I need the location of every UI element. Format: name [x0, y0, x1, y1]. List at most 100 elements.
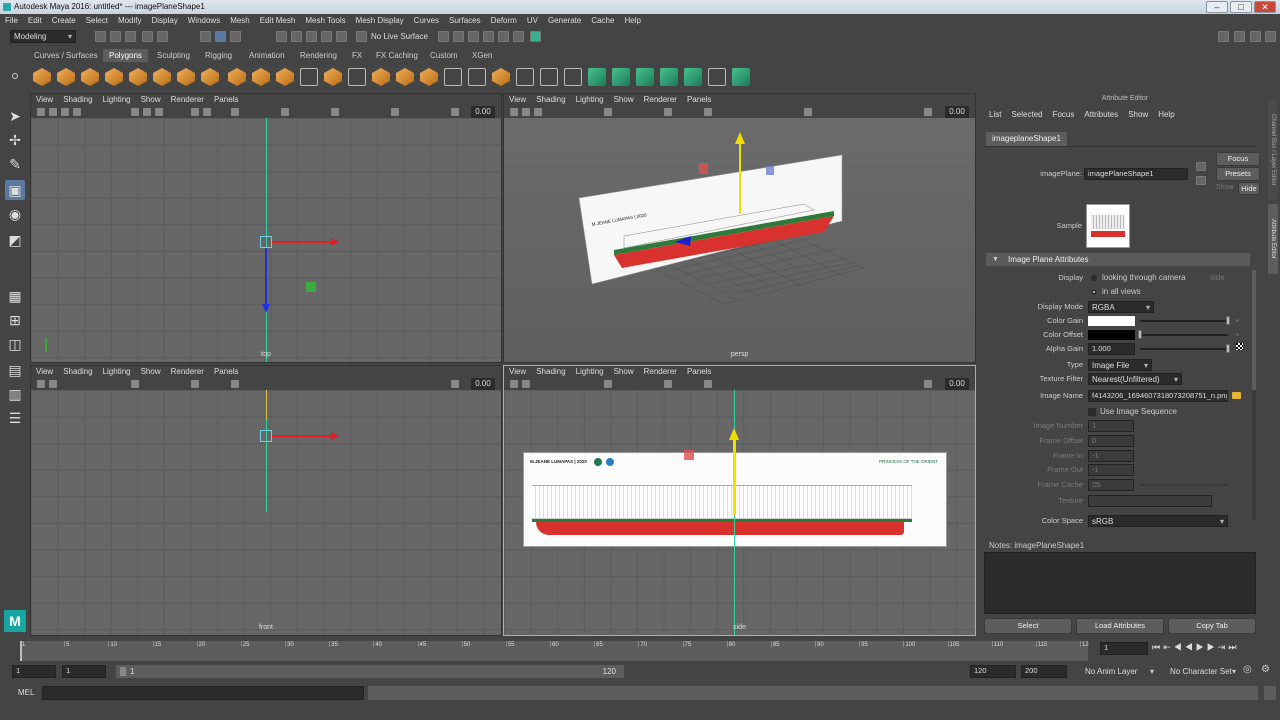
manipulator-center[interactable]: [260, 236, 272, 248]
color-gain-swatch[interactable]: [1088, 316, 1135, 326]
menu-create[interactable]: Create: [47, 14, 81, 28]
color-offset-slider[interactable]: [1140, 334, 1228, 336]
manipulator-handle-blue[interactable]: [766, 166, 774, 175]
focus-input-icon[interactable]: [1196, 162, 1206, 171]
rotate-tool-icon[interactable]: ◉: [5, 204, 25, 224]
vp-menu-view[interactable]: View: [504, 366, 531, 378]
paint-select-tool-icon[interactable]: ✎: [5, 154, 25, 174]
poly-cone-icon[interactable]: [105, 68, 123, 86]
select-button[interactable]: Select: [984, 618, 1072, 634]
shelf-tab-xgen[interactable]: XGen: [466, 49, 498, 62]
range-left-handle[interactable]: [120, 667, 126, 676]
shelf-tab-sculpting[interactable]: Sculpting: [151, 49, 196, 62]
bevel-icon[interactable]: [420, 68, 438, 86]
resolution-gate-icon[interactable]: [155, 108, 163, 116]
vp-menu-lighting[interactable]: Lighting: [571, 94, 609, 106]
menu-help[interactable]: Help: [619, 14, 645, 28]
focus-button[interactable]: Focus: [1216, 152, 1260, 166]
modeling-toolkit-toggle-icon[interactable]: [1265, 31, 1276, 42]
select-object-icon[interactable]: [215, 31, 226, 42]
gamma-icon[interactable]: [924, 108, 932, 116]
anim-layer-dropdown-icon[interactable]: ▾: [1150, 665, 1154, 678]
vp-menu-lighting[interactable]: Lighting: [98, 94, 136, 106]
vp-menu-lighting[interactable]: Lighting: [571, 366, 609, 378]
ae-menu-selected[interactable]: Selected: [1006, 109, 1047, 121]
manipulator-y-axis[interactable]: [733, 440, 736, 515]
grid-toggle-icon[interactable]: [131, 108, 139, 116]
vp-menu-lighting[interactable]: Lighting: [98, 366, 136, 378]
exposure-field[interactable]: 0.00: [471, 106, 495, 118]
shelf-tab-rigging[interactable]: Rigging: [199, 49, 238, 62]
step-forward-key-icon[interactable]: ⇥: [1218, 642, 1229, 652]
playback-end-field[interactable]: 120: [970, 665, 1016, 678]
snap-surface-icon[interactable]: [336, 31, 347, 42]
menu-modify[interactable]: Modify: [113, 14, 147, 28]
gamma-icon[interactable]: [924, 380, 932, 388]
display-radio-camera[interactable]: [1091, 275, 1097, 281]
menu-edit-mesh[interactable]: Edit Mesh: [255, 14, 301, 28]
menu-mesh-display[interactable]: Mesh Display: [351, 14, 409, 28]
step-back-frame-icon[interactable]: ◀: [1174, 642, 1185, 652]
vp-menu-renderer[interactable]: Renderer: [639, 366, 682, 378]
vp-menu-view[interactable]: View: [504, 94, 531, 106]
unfold-uv-icon[interactable]: [732, 68, 750, 86]
ae-menu-attributes[interactable]: Attributes: [1079, 109, 1123, 121]
shelf-tab-animation[interactable]: Animation: [243, 49, 291, 62]
poly-pyramid-icon[interactable]: [177, 68, 195, 86]
minimize-button[interactable]: –: [1206, 1, 1228, 13]
camera-select-icon[interactable]: [37, 108, 45, 116]
exposure-field[interactable]: 0.00: [471, 378, 495, 390]
xray-icon[interactable]: [331, 108, 339, 116]
color-offset-swatch[interactable]: [1088, 330, 1135, 340]
save-scene-icon[interactable]: [125, 31, 136, 42]
multi-cut-icon[interactable]: [492, 68, 510, 86]
snap-grid-icon[interactable]: [276, 31, 287, 42]
camera-attributes-icon[interactable]: [522, 108, 530, 116]
menu-file[interactable]: File: [0, 14, 23, 28]
hypershade-icon[interactable]: [498, 31, 509, 42]
textured-icon[interactable]: [231, 380, 239, 388]
step-back-key-icon[interactable]: ⇤: [1163, 642, 1174, 652]
viewport-front[interactable]: View Shading Lighting Show Renderer Panels 0.…: [30, 365, 502, 636]
hide-button[interactable]: Hide: [1238, 182, 1260, 195]
vp-menu-show[interactable]: Show: [609, 94, 639, 106]
wireframe-icon[interactable]: [191, 108, 199, 116]
notes-textarea[interactable]: [984, 552, 1256, 614]
focus-output-icon[interactable]: [1196, 176, 1206, 185]
mel-input[interactable]: [42, 686, 364, 700]
extract-icon[interactable]: [276, 68, 294, 86]
grid-toggle-icon[interactable]: [604, 380, 612, 388]
channel-box-side-tab[interactable]: Channel Box / Layer Editor: [1268, 100, 1278, 200]
combine-icon[interactable]: [228, 68, 246, 86]
open-scene-icon[interactable]: [110, 31, 121, 42]
menuset-dropdown[interactable]: Modeling: [10, 30, 76, 43]
color-gain-slider[interactable]: [1140, 320, 1228, 322]
presets-button[interactable]: Presets: [1216, 167, 1260, 181]
outliner-layout-icon[interactable]: ☰: [5, 408, 25, 428]
shelf-tab-rendering[interactable]: Rendering: [294, 49, 343, 62]
boolean-icon[interactable]: [324, 68, 342, 86]
modeling-toolkit-icon[interactable]: [530, 31, 541, 42]
texture-filter-dropdown[interactable]: Nearest(Unfiltered): [1088, 373, 1182, 385]
textured-icon[interactable]: [231, 108, 239, 116]
textured-icon[interactable]: [704, 108, 712, 116]
history-icon[interactable]: [438, 31, 449, 42]
use-image-sequence-checkbox[interactable]: [1088, 408, 1096, 416]
vp-menu-panels[interactable]: Panels: [682, 366, 716, 378]
camera-attributes-icon[interactable]: [522, 380, 530, 388]
poly-cylinder-icon[interactable]: [81, 68, 99, 86]
side-by-side-layout-icon[interactable]: ◫: [5, 334, 25, 354]
type-dropdown[interactable]: Image File: [1088, 359, 1152, 371]
current-time-marker[interactable]: [20, 641, 22, 661]
manipulator-plane-handle[interactable]: [306, 282, 316, 292]
alpha-gain-field[interactable]: 1.000: [1088, 343, 1135, 355]
target-weld-icon[interactable]: [516, 68, 534, 86]
image-plane-attributes-section[interactable]: Image Plane Attributes: [986, 253, 1250, 266]
move-tool-icon[interactable]: ▣: [5, 180, 25, 200]
isolate-select-icon[interactable]: [281, 108, 289, 116]
show-button[interactable]: Show: [1216, 184, 1236, 191]
vp-menu-panels[interactable]: Panels: [209, 366, 243, 378]
ae-menu-list[interactable]: List: [984, 109, 1006, 121]
image-plane-icon[interactable]: [73, 108, 81, 116]
single-perspective-layout-icon[interactable]: ▦: [5, 286, 25, 306]
